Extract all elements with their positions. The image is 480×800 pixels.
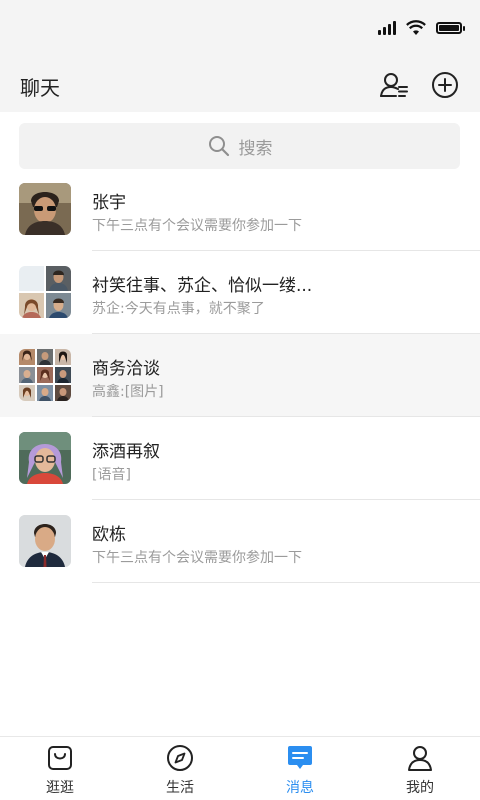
chat-preview: 苏企:今天有点事，就不聚了	[92, 301, 265, 317]
chat-preview: 高鑫:[图片]	[92, 384, 164, 400]
chat-preview: [语音]	[92, 467, 131, 483]
tab-browse[interactable]: 逛逛	[0, 737, 120, 800]
header: 聊天	[0, 60, 480, 112]
chat-name: 欧栋	[92, 525, 126, 545]
person-icon	[408, 746, 432, 771]
chat-preview: 下午三点有个会议需要你参加一下	[92, 550, 302, 566]
avatar-photo	[19, 432, 71, 484]
page-title: 聊天	[20, 76, 60, 100]
shopping-bag-icon	[48, 746, 72, 770]
chat-name: 衬笑往事、苏企、恰似一缕...	[92, 276, 313, 296]
signal-icon	[378, 21, 396, 35]
chat-name: 张宇	[92, 193, 126, 213]
chat-item[interactable]: 添酒再叙 [语音]	[0, 417, 480, 500]
chat-item[interactable]: 张宇 下午三点有个会议需要你参加一下	[0, 168, 480, 251]
avatar	[19, 349, 71, 401]
avatar-photo	[19, 183, 71, 235]
chat-list: 张宇 下午三点有个会议需要你参加一下 衬笑往事、苏企、恰似一缕... 苏企:今天…	[0, 168, 480, 583]
add-icon	[432, 72, 458, 98]
group-avatar-grid	[19, 349, 71, 401]
avatar-photo	[19, 515, 71, 567]
tab-bar: 逛逛 生活 消息 我的	[0, 736, 480, 800]
wifi-icon	[406, 20, 426, 35]
avatar	[19, 266, 71, 318]
avatar	[19, 515, 71, 567]
chat-name: 商务洽谈	[92, 359, 160, 379]
chat-item[interactable]: 衬笑往事、苏企、恰似一缕... 苏企:今天有点事，就不聚了	[0, 251, 480, 334]
message-icon	[288, 746, 312, 769]
tab-label: 我的	[406, 780, 434, 796]
status-icons	[378, 20, 465, 36]
chat-item[interactable]: 商务洽谈 高鑫:[图片]	[0, 334, 480, 417]
avatar	[19, 183, 71, 235]
search-content: 搜索	[19, 123, 460, 169]
tab-label: 生活	[166, 780, 194, 796]
chat-name: 添酒再叙	[92, 442, 160, 462]
chat-preview: 下午三点有个会议需要你参加一下	[92, 218, 302, 234]
tab-messages[interactable]: 消息	[240, 737, 360, 800]
search-placeholder: 搜索	[238, 138, 273, 159]
battery-icon	[436, 22, 465, 34]
search-icon	[208, 136, 229, 157]
search-input[interactable]: 搜索	[19, 123, 460, 169]
compass-icon	[167, 745, 193, 771]
group-avatar-grid	[19, 266, 71, 318]
add-button[interactable]	[429, 69, 461, 101]
contacts-button[interactable]	[378, 69, 410, 101]
tab-label: 逛逛	[46, 780, 74, 796]
tab-me[interactable]: 我的	[360, 737, 480, 800]
contacts-icon	[380, 73, 408, 97]
tab-label: 消息	[286, 780, 314, 796]
avatar	[19, 432, 71, 484]
status-bar	[0, 0, 480, 60]
divider	[92, 582, 480, 583]
tab-life[interactable]: 生活	[120, 737, 240, 800]
chat-item[interactable]: 欧栋 下午三点有个会议需要你参加一下	[0, 500, 480, 583]
